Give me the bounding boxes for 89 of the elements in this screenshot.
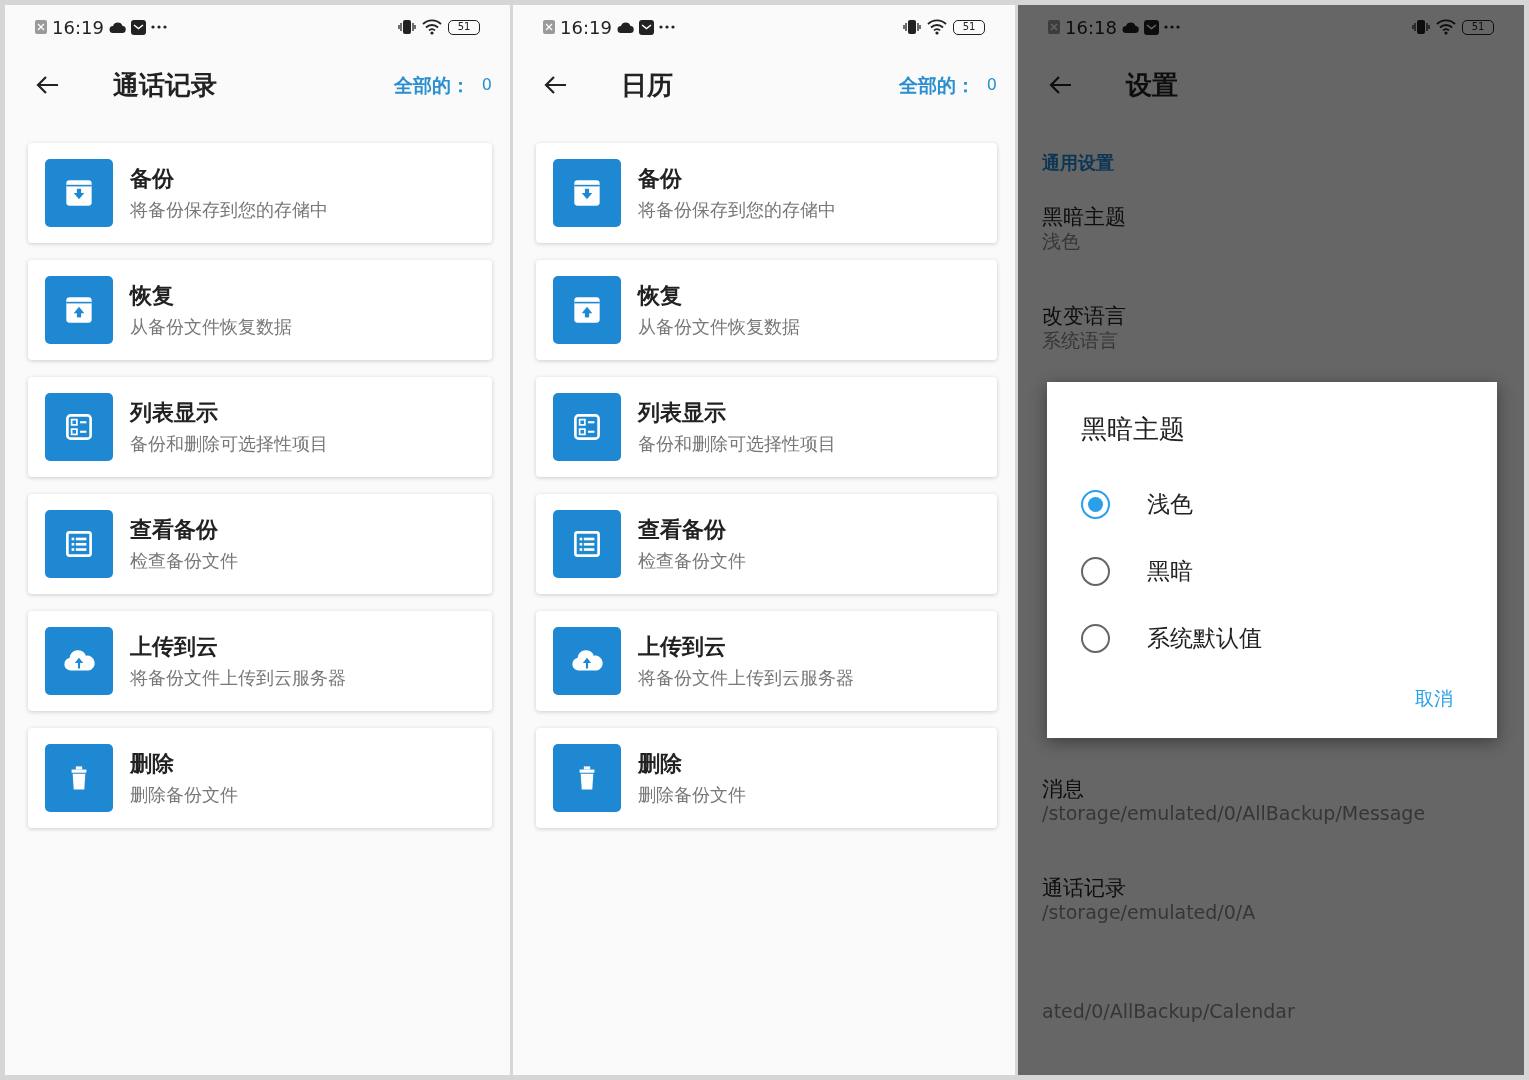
page-title: 设置: [1126, 68, 1178, 102]
battery-indicator: 51: [448, 19, 480, 35]
action-subtitle: 删除备份文件: [130, 783, 238, 806]
section-header: 通用设置: [1042, 151, 1115, 175]
total-label: 全部的：: [393, 72, 470, 98]
cloud-icon: [108, 20, 126, 34]
radio-button-checked[interactable]: [1081, 490, 1110, 519]
theme-option[interactable]: 黑暗: [1081, 538, 1455, 605]
action-title: 查看备份: [638, 516, 727, 544]
more-dots-icon: [658, 25, 675, 29]
wifi-icon: [927, 19, 947, 35]
archive-upload-icon: [45, 276, 113, 344]
notification-icon: [35, 20, 47, 34]
notification-icon: [1048, 20, 1060, 34]
action-title: 上传到云: [638, 633, 727, 661]
checklist-icon: [45, 393, 113, 461]
theme-option[interactable]: 系统默认值: [1081, 605, 1455, 672]
vibrate-icon: [903, 19, 921, 35]
action-title: 删除: [638, 750, 683, 778]
mail-icon: [638, 19, 654, 35]
action-card[interactable]: 上传到云 将备份文件上传到云服务器: [536, 611, 997, 711]
archive-download-icon: [553, 159, 621, 227]
action-title: 恢复: [130, 282, 175, 310]
cloud-icon: [1121, 20, 1139, 34]
action-subtitle: 将备份保存到您的存储中: [638, 198, 836, 221]
theme-option[interactable]: 浅色: [1081, 471, 1455, 538]
action-card[interactable]: 列表显示 备份和删除可选择性项目: [28, 377, 492, 477]
action-subtitle: 将备份文件上传到云服务器: [638, 666, 854, 689]
mail-icon: [130, 19, 146, 35]
checklist-icon: [553, 393, 621, 461]
action-subtitle: 从备份文件恢复数据: [130, 315, 292, 338]
total-count: 0: [481, 74, 492, 96]
radio-button[interactable]: [1081, 624, 1110, 653]
archive-upload-icon: [553, 276, 621, 344]
trash-icon: [45, 744, 113, 812]
mail-icon: [1143, 19, 1159, 35]
status-time: 16:18: [1065, 15, 1117, 40]
action-subtitle: 检查备份文件: [638, 549, 746, 572]
cloud-upload-icon: [45, 627, 113, 695]
action-title: 列表显示: [638, 399, 727, 427]
action-title: 列表显示: [130, 399, 219, 427]
action-title: 备份: [130, 165, 175, 193]
action-card[interactable]: 恢复 从备份文件恢复数据: [536, 260, 997, 360]
wifi-icon: [422, 19, 442, 35]
action-title: 删除: [130, 750, 175, 778]
document-list-icon: [553, 510, 621, 578]
action-card[interactable]: 恢复 从备份文件恢复数据: [28, 260, 492, 360]
action-title: 查看备份: [130, 516, 219, 544]
action-title: 恢复: [638, 282, 683, 310]
action-card[interactable]: 查看备份 检查备份文件: [536, 494, 997, 594]
battery-indicator: 51: [1462, 19, 1494, 35]
page-title: 日历: [621, 68, 673, 102]
trash-icon: [553, 744, 621, 812]
action-card[interactable]: 备份 将备份保存到您的存储中: [28, 143, 492, 243]
action-subtitle: 检查备份文件: [130, 549, 238, 572]
action-subtitle: 将备份文件上传到云服务器: [130, 666, 346, 689]
action-card[interactable]: 删除 删除备份文件: [536, 728, 997, 828]
dialog-title: 黑暗主题: [1081, 413, 1186, 446]
battery-indicator: 51: [953, 19, 985, 35]
back-arrow-icon[interactable]: [35, 75, 59, 95]
page-title: 通话记录: [113, 68, 217, 102]
vibrate-icon: [398, 19, 416, 35]
back-arrow-icon[interactable]: [543, 75, 567, 95]
cloud-icon: [616, 20, 634, 34]
action-subtitle: 将备份保存到您的存储中: [130, 198, 328, 221]
archive-download-icon: [45, 159, 113, 227]
notification-icon: [543, 20, 555, 34]
action-subtitle: 删除备份文件: [638, 783, 746, 806]
document-list-icon: [45, 510, 113, 578]
vibrate-icon: [1412, 19, 1430, 35]
total-count: 0: [986, 74, 997, 96]
action-subtitle: 备份和删除可选择性项目: [638, 432, 836, 455]
status-time: 16:19: [560, 15, 612, 40]
wifi-icon: [1436, 19, 1456, 35]
action-card[interactable]: 列表显示 备份和删除可选择性项目: [536, 377, 997, 477]
total-label: 全部的：: [898, 72, 975, 98]
action-title: 备份: [638, 165, 683, 193]
radio-button[interactable]: [1081, 557, 1110, 586]
action-card[interactable]: 备份 将备份保存到您的存储中: [536, 143, 997, 243]
cloud-upload-icon: [553, 627, 621, 695]
action-card[interactable]: 上传到云 将备份文件上传到云服务器: [28, 611, 492, 711]
action-title: 上传到云: [130, 633, 219, 661]
action-subtitle: 从备份文件恢复数据: [638, 315, 800, 338]
action-card[interactable]: 查看备份 检查备份文件: [28, 494, 492, 594]
more-dots-icon: [150, 25, 167, 29]
action-card[interactable]: 删除 删除备份文件: [28, 728, 492, 828]
action-subtitle: 备份和删除可选择性项目: [130, 432, 328, 455]
more-dots-icon: [1163, 25, 1180, 29]
status-time: 16:19: [52, 15, 104, 40]
